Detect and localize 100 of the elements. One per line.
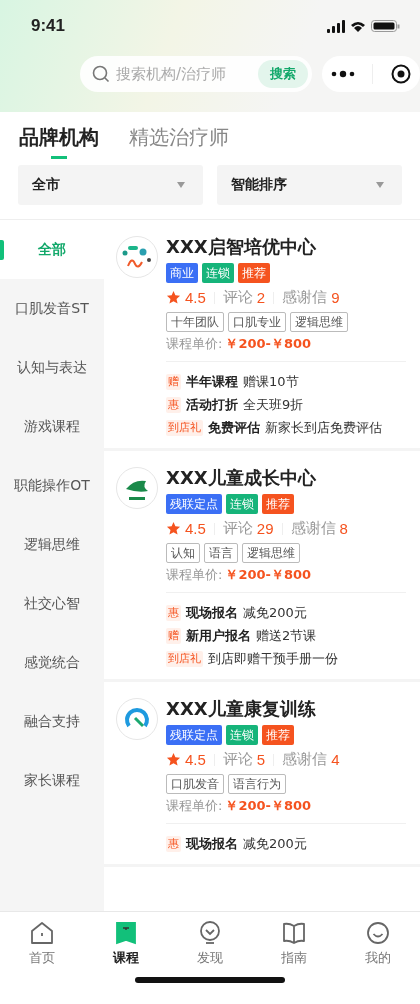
sidebar-item[interactable]: 游戏课程 bbox=[0, 397, 104, 456]
more-icon[interactable] bbox=[330, 70, 355, 78]
rating-score: 4.5 bbox=[185, 751, 206, 768]
institution-badge: 商业 bbox=[166, 263, 198, 283]
offer-badge: 惠 bbox=[166, 397, 181, 413]
institution-name[interactable]: XXX启智培优中心 bbox=[166, 236, 406, 258]
institution-badge: 连锁 bbox=[226, 494, 258, 514]
offer-badge: 赠 bbox=[166, 628, 181, 644]
offer-title: 活动打折 bbox=[186, 396, 238, 414]
sidebar-item[interactable]: 融合支持 bbox=[0, 692, 104, 751]
filter-dropdown[interactable]: 智能排序 bbox=[217, 165, 402, 205]
nav-tab[interactable]: 我的 bbox=[336, 912, 420, 974]
feature-tag: 认知 bbox=[166, 543, 200, 563]
thanks-count: 9 bbox=[331, 289, 340, 306]
reviews-count: 5 bbox=[256, 751, 266, 768]
thanks-count: 4 bbox=[331, 751, 340, 768]
nav-label: 发现 bbox=[197, 948, 223, 967]
institution-badge: 残联定点 bbox=[166, 494, 222, 514]
feature-tag: 十年团队 bbox=[166, 312, 224, 332]
nav-tab[interactable]: 指南 bbox=[252, 912, 336, 974]
feature-tag: 逻辑思维 bbox=[242, 543, 300, 563]
price-range: ￥200-￥800 bbox=[225, 335, 312, 353]
sidebar-item[interactable]: 口肌发音ST bbox=[0, 279, 104, 338]
offer-detail: 减免200元 bbox=[243, 835, 307, 853]
offer-badge: 惠 bbox=[166, 605, 181, 621]
thanks-label: 感谢信 bbox=[282, 750, 328, 769]
offer-badge: 到店礼 bbox=[166, 420, 203, 436]
nav-tab[interactable]: 发现 bbox=[168, 912, 252, 974]
logo-icon bbox=[116, 467, 158, 509]
institution-badge: 残联定点 bbox=[166, 725, 222, 745]
battery-icon bbox=[371, 20, 400, 32]
institution-badge: 推荐 bbox=[238, 263, 270, 283]
nav-label: 我的 bbox=[365, 948, 391, 967]
sidebar-item[interactable]: 社交心智 bbox=[0, 574, 104, 633]
thanks-count: 8 bbox=[339, 520, 348, 537]
nav-label: 指南 bbox=[281, 948, 307, 967]
offer-title: 现场报名 bbox=[186, 835, 238, 853]
sidebar-item[interactable]: 感觉统合 bbox=[0, 633, 104, 692]
institution-badge: 推荐 bbox=[262, 725, 294, 745]
smiley-icon bbox=[365, 919, 391, 946]
wifi-icon bbox=[350, 20, 366, 32]
filter-dropdown[interactable]: 全市 bbox=[18, 165, 203, 205]
rating-score: 4.5 bbox=[185, 520, 206, 537]
offer-detail: 新家长到店免费评估 bbox=[265, 419, 382, 437]
offer-title: 免费评估 bbox=[208, 419, 260, 437]
tab[interactable]: 精选治疗师 bbox=[129, 124, 229, 161]
price-range: ￥200-￥800 bbox=[225, 566, 312, 584]
offer-title: 新用户报名 bbox=[186, 627, 251, 645]
star-icon bbox=[166, 521, 181, 536]
logo-icon bbox=[116, 698, 158, 740]
nav-tab[interactable]: 首页 bbox=[0, 912, 84, 974]
feature-tag: 口肌发音 bbox=[166, 774, 224, 794]
offer-detail: 全天班9折 bbox=[243, 396, 304, 414]
bookmark-icon bbox=[113, 919, 139, 946]
star-icon bbox=[166, 752, 181, 767]
home-icon bbox=[29, 919, 55, 946]
reviews-count: 29 bbox=[256, 520, 274, 537]
institution-badge: 推荐 bbox=[262, 494, 294, 514]
thanks-label: 感谢信 bbox=[290, 519, 336, 538]
feature-tag: 逻辑思维 bbox=[290, 312, 348, 332]
lightbulb-icon bbox=[197, 919, 223, 946]
rating-score: 4.5 bbox=[185, 289, 206, 306]
reviews-label: 评论 bbox=[222, 750, 253, 769]
institution-name[interactable]: XXX儿童康复训练 bbox=[166, 698, 406, 720]
offer-title: 现场报名 bbox=[186, 604, 238, 622]
tab[interactable]: 品牌机构 bbox=[19, 124, 99, 161]
nav-label: 首页 bbox=[29, 948, 55, 967]
reviews-count: 2 bbox=[256, 289, 266, 306]
offer-detail: 减免200元 bbox=[243, 604, 307, 622]
feature-tag: 语言行为 bbox=[228, 774, 286, 794]
institution-name[interactable]: XXX儿童成长中心 bbox=[166, 467, 406, 489]
sidebar-item[interactable]: 逻辑思维 bbox=[0, 515, 104, 574]
sidebar-item[interactable]: 职能操作OT bbox=[0, 456, 104, 515]
institution-badge: 连锁 bbox=[202, 263, 234, 283]
caret-icon bbox=[376, 182, 384, 188]
sidebar-item[interactable]: 认知与表达 bbox=[0, 338, 104, 397]
offer-badge: 惠 bbox=[166, 836, 181, 852]
reviews-label: 评论 bbox=[222, 519, 253, 538]
search-icon bbox=[92, 65, 110, 83]
status-time: 9:41 bbox=[31, 16, 66, 36]
price-label: 课程单价: bbox=[166, 797, 223, 815]
offer-detail: 赠送2节课 bbox=[256, 627, 317, 645]
signal-icon bbox=[327, 19, 345, 33]
price-label: 课程单价: bbox=[166, 566, 223, 584]
offer-detail: 到店即赠干预手册一份 bbox=[208, 650, 338, 668]
nav-label: 课程 bbox=[113, 948, 139, 967]
offer-detail: 赠课10节 bbox=[243, 373, 299, 391]
price-range: ￥200-￥800 bbox=[225, 797, 312, 815]
nav-tab[interactable]: 课程 bbox=[84, 912, 168, 974]
institution-badge: 连锁 bbox=[226, 725, 258, 745]
feature-tag: 语言 bbox=[204, 543, 238, 563]
star-icon bbox=[166, 290, 181, 305]
sidebar-item[interactable]: 家长课程 bbox=[0, 751, 104, 810]
offer-badge: 赠 bbox=[166, 374, 181, 390]
thanks-label: 感谢信 bbox=[282, 288, 328, 307]
reviews-label: 评论 bbox=[222, 288, 253, 307]
feature-tag: 口肌专业 bbox=[228, 312, 286, 332]
logo-icon bbox=[116, 236, 158, 278]
price-label: 课程单价: bbox=[166, 335, 223, 353]
caret-icon bbox=[177, 182, 185, 188]
